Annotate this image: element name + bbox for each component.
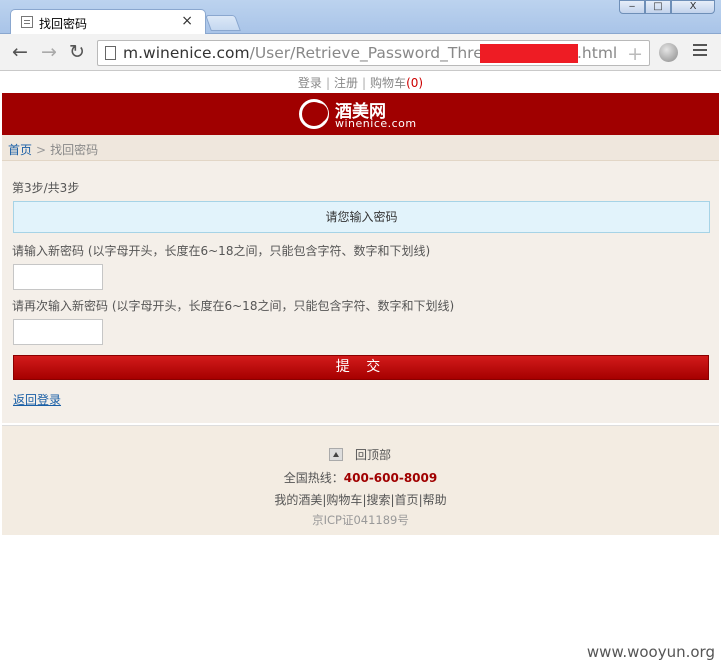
menu-icon[interactable] bbox=[693, 44, 707, 58]
notice-box: 请您输入密码 bbox=[13, 201, 710, 233]
footer: 回顶部 全国热线：400-600-8009 我的酒美|购物车|搜索|首页|帮助 … bbox=[2, 425, 719, 535]
breadcrumb-home[interactable]: 首页 bbox=[8, 143, 32, 157]
login-link[interactable]: 登录 bbox=[298, 76, 322, 90]
icp-license: 京ICP证041189号 bbox=[312, 513, 409, 527]
new-password-input[interactable] bbox=[13, 264, 103, 290]
address-bar[interactable]: m.winenice.com/User/Retrieve_Password_Th… bbox=[97, 40, 650, 66]
hotline-label: 全国热线： bbox=[283, 471, 344, 485]
submit-button[interactable]: 提 交 bbox=[13, 355, 709, 380]
new-password-label: 请输入新密码 (以字母开头，长度在6~18之间，只能包含字符、数字和下划线) bbox=[12, 244, 431, 258]
url-tail: .html bbox=[577, 44, 618, 62]
back-button[interactable]: ← bbox=[9, 42, 31, 64]
bookmark-plus-icon[interactable]: + bbox=[627, 43, 643, 65]
redaction-block bbox=[480, 44, 578, 63]
top-nav: 登录 | 注册 | 购物车(0) bbox=[297, 76, 424, 90]
back-to-top[interactable]: 回顶部 bbox=[329, 446, 391, 463]
footer-link-help[interactable]: 帮助 bbox=[423, 493, 447, 507]
arrow-up-icon bbox=[329, 448, 343, 461]
register-link[interactable]: 注册 bbox=[334, 76, 358, 90]
cart-count: (0) bbox=[406, 76, 424, 90]
reload-button[interactable]: ↻ bbox=[66, 42, 88, 64]
footer-links: 我的酒美|购物车|搜索|首页|帮助 bbox=[274, 493, 447, 507]
back-to-top-label: 回顶部 bbox=[355, 448, 392, 462]
browser-toolbar: ← → ↻ m.winenice.com/User/Retrieve_Passw… bbox=[0, 34, 721, 71]
footer-link-home[interactable]: 首页 bbox=[395, 493, 419, 507]
confirm-password-input[interactable] bbox=[13, 319, 103, 345]
site-logo[interactable]: 酒美网 winenice.com bbox=[299, 97, 439, 131]
close-window-button[interactable]: X bbox=[671, 0, 715, 14]
logo-en-text: winenice.com bbox=[335, 117, 417, 130]
new-tab-button[interactable] bbox=[205, 15, 241, 31]
minimize-button[interactable]: ‒ bbox=[619, 0, 645, 14]
logo-moon-icon bbox=[299, 99, 329, 129]
breadcrumb: 首页 > 找回密码 bbox=[2, 135, 719, 161]
window-controls: ‒ □ X bbox=[619, 0, 715, 14]
globe-icon[interactable] bbox=[659, 43, 678, 62]
footer-link-cart[interactable]: 购物车 bbox=[326, 493, 362, 507]
back-to-login-link[interactable]: 返回登录 bbox=[13, 391, 61, 408]
reset-password-form: 第3步/共3步 请您输入密码 请输入新密码 (以字母开头，长度在6~18之间，只… bbox=[2, 161, 719, 423]
tab-title: 找回密码 bbox=[39, 17, 88, 31]
breadcrumb-current: 找回密码 bbox=[50, 143, 99, 157]
footer-link-my-account[interactable]: 我的酒美 bbox=[274, 493, 322, 507]
url-path: /User/Retrieve_Password_Three- bbox=[249, 44, 498, 62]
cart-label: 购物车 bbox=[370, 76, 407, 90]
page-icon bbox=[105, 46, 116, 60]
tab-close-icon[interactable]: × bbox=[181, 13, 193, 29]
footer-link-search[interactable]: 搜索 bbox=[366, 493, 390, 507]
browser-tab[interactable]: 找回密码 × bbox=[10, 9, 206, 35]
watermark: www.wooyun.org bbox=[586, 643, 715, 661]
web-page: 登录 | 注册 | 购物车(0) 酒美网 winenice.com 首页 > 找回密码 第3… bbox=[2, 71, 719, 661]
confirm-password-label: 请再次输入新密码 (以字母开头，长度在6~18之间，只能包含字符、数字和下划线) bbox=[12, 299, 455, 313]
hotline-number: 400-600-8009 bbox=[343, 471, 438, 485]
step-indicator: 第3步/共3步 bbox=[12, 181, 80, 195]
hotline: 全国热线：400-600-8009 bbox=[2, 469, 719, 486]
url-text: m.winenice.com/User/Retrieve_Password_Th… bbox=[123, 44, 498, 62]
cart-link[interactable]: 购物车(0) bbox=[370, 76, 423, 90]
forward-button[interactable]: → bbox=[38, 42, 60, 64]
header-banner: 酒美网 winenice.com bbox=[2, 93, 719, 135]
url-host: m.winenice.com bbox=[123, 44, 250, 62]
maximize-button[interactable]: □ bbox=[645, 0, 671, 14]
breadcrumb-arrow-icon: > bbox=[36, 143, 47, 157]
browser-titlebar: 找回密码 × ‒ □ X bbox=[0, 0, 721, 35]
page-icon bbox=[21, 16, 33, 28]
